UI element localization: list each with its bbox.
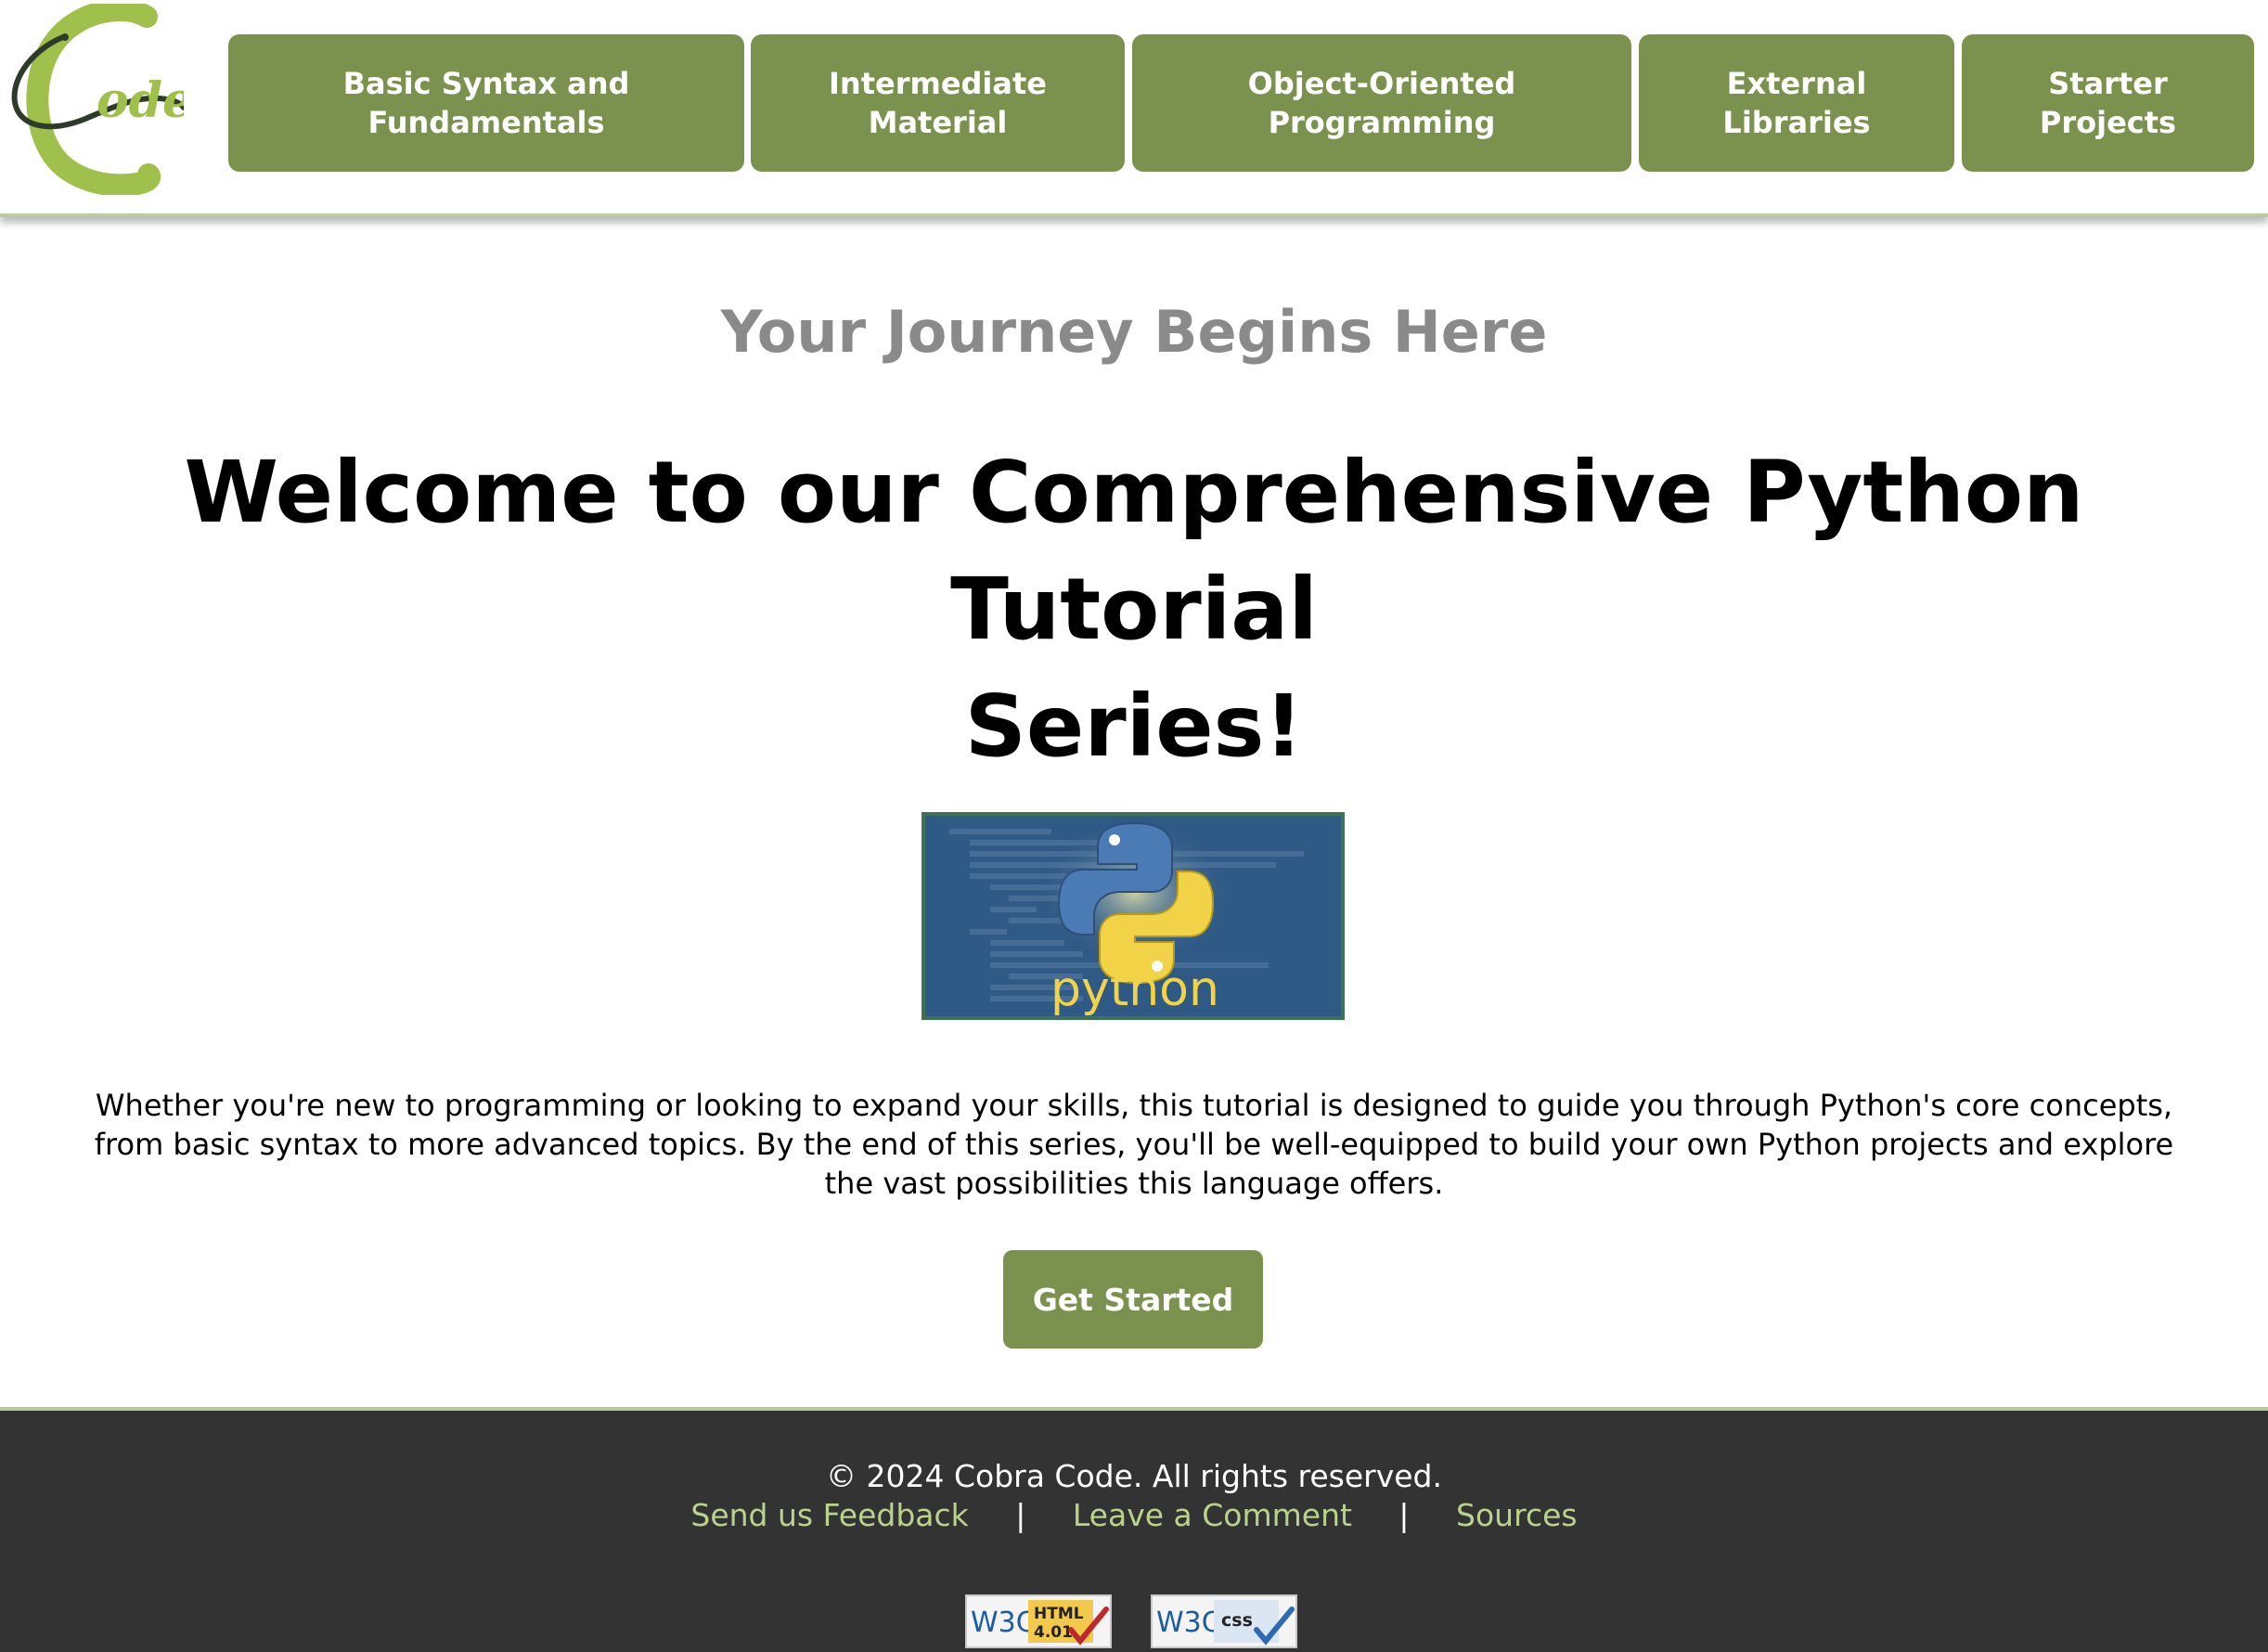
footer-links: Send us Feedback | Leave a Comment | Sou… xyxy=(0,1496,2268,1535)
nav-label: Programming xyxy=(1268,105,1496,140)
nav-label: Libraries xyxy=(1722,105,1871,140)
footer-separator: | xyxy=(1015,1497,1026,1533)
leave-comment-link[interactable]: Leave a Comment xyxy=(1073,1497,1352,1533)
nav-label: Basic Syntax and xyxy=(342,66,630,101)
page-title-line: Welcome to our Comprehensive Python Tuto… xyxy=(184,443,2084,659)
nav-basic-syntax[interactable]: Basic Syntax and Fundamentals xyxy=(228,34,744,172)
python-hero-image: python xyxy=(921,812,1345,1020)
logo-text: ode xyxy=(97,72,184,129)
nav-label: Starter xyxy=(2048,66,2168,101)
page-title-line: Series! xyxy=(964,677,1304,776)
nav-object-oriented-programming[interactable]: Object-Oriented Programming xyxy=(1132,34,1631,172)
site-header: ode Basic Syntax and Fundamentals Interm… xyxy=(0,0,2268,217)
badge-label: 4.01 xyxy=(1034,1623,1073,1642)
nav-label: Intermediate xyxy=(829,66,1047,101)
nav-starter-projects[interactable]: Starter Projects xyxy=(1962,34,2254,172)
w3c-html-icon: W3C HTML 4.01 xyxy=(967,1596,1110,1646)
cobra-code-logo[interactable]: ode xyxy=(7,0,193,197)
intro-paragraph: Whether you're new to programming or loo… xyxy=(94,1088,2174,1201)
w3c-mark: W3C xyxy=(1156,1607,1221,1639)
python-caption: python xyxy=(1050,962,1219,1016)
send-feedback-link[interactable]: Send us Feedback xyxy=(690,1497,968,1533)
page-title: Welcome to our Comprehensive Python Tuto… xyxy=(56,434,2212,785)
footer-separator: | xyxy=(1398,1497,1410,1533)
nav-label: Fundamentals xyxy=(367,105,605,140)
nav-label: Material xyxy=(868,105,1008,140)
copyright-text: © 2024 Cobra Code. All rights reserved. xyxy=(826,1458,1442,1494)
python-logo-icon: python xyxy=(925,816,1341,1016)
w3c-mark: W3C xyxy=(971,1607,1036,1639)
page-subtitle: Your Journey Begins Here xyxy=(720,298,1548,366)
logo-icon: ode xyxy=(11,0,193,197)
w3c-css-icon: W3C css xyxy=(1153,1596,1295,1646)
w3c-css-badge[interactable]: W3C css xyxy=(1151,1594,1297,1648)
badge-label: HTML xyxy=(1034,1605,1084,1623)
page: ode Basic Syntax and Fundamentals Interm… xyxy=(0,0,2268,1652)
get-started-button[interactable]: Get Started xyxy=(1003,1250,1263,1349)
badge-label: css xyxy=(1221,1610,1253,1631)
nav-intermediate-material[interactable]: Intermediate Material xyxy=(751,34,1125,172)
sources-link[interactable]: Sources xyxy=(1456,1497,1578,1533)
nav-external-libraries[interactable]: External Libraries xyxy=(1639,34,1954,172)
site-footer: © 2024 Cobra Code. All rights reserved. … xyxy=(0,1407,2268,1652)
nav-label: Projects xyxy=(2039,105,2177,140)
nav-label: External xyxy=(1726,66,1867,101)
w3c-html-badge[interactable]: W3C HTML 4.01 xyxy=(965,1594,1112,1648)
nav-label: Object-Oriented xyxy=(1247,66,1516,101)
